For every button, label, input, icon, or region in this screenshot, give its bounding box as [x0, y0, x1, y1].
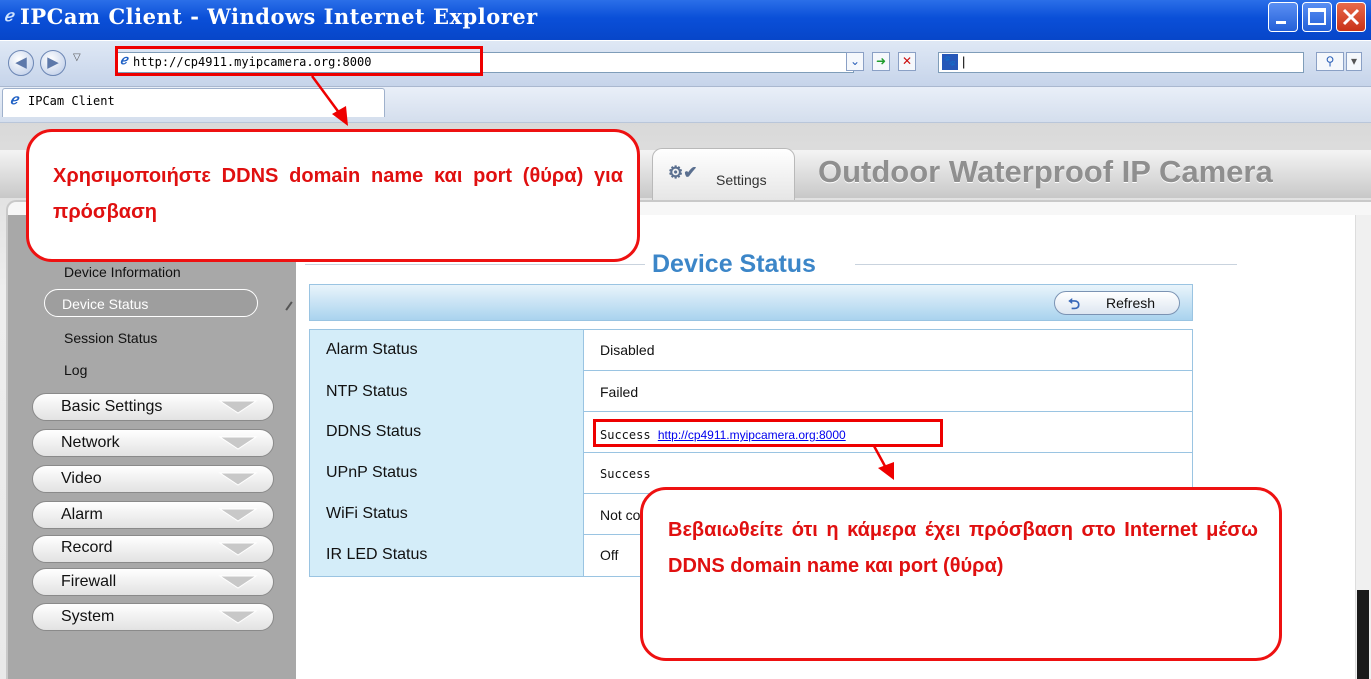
tab-title: IPCam Client — [28, 94, 115, 108]
row-label: IR LED Status — [326, 546, 428, 563]
row-value: Not co — [600, 507, 641, 523]
chevron-down-icon — [218, 508, 258, 522]
back-button[interactable]: ◀ — [8, 50, 34, 76]
maximize-button[interactable] — [1302, 2, 1332, 32]
chevron-down-icon — [218, 575, 258, 589]
stop-icon: ✕ — [901, 54, 913, 68]
chevron-down-icon — [218, 400, 258, 414]
menu-label: Basic Settings — [61, 398, 163, 415]
menu-label: System — [61, 608, 115, 625]
row-label: DDNS Status — [326, 423, 422, 440]
scrollbar-thumb[interactable] — [1357, 590, 1369, 679]
row-label: Alarm Status — [326, 341, 418, 358]
search-input[interactable] — [938, 52, 1304, 73]
history-dropdown-icon[interactable]: ▽ — [73, 52, 81, 63]
close-icon — [1342, 8, 1360, 26]
search-icon: ⚲ — [1325, 54, 1335, 68]
menu-label: Record — [61, 539, 113, 556]
search-provider-icon[interactable]: 🐾 — [942, 54, 958, 70]
maximize-icon — [1308, 8, 1326, 25]
row-value: Success — [600, 467, 651, 481]
settings-tab-label: Settings — [716, 172, 767, 188]
address-dropdown-button[interactable]: ⌄ — [846, 52, 864, 71]
title-rule — [305, 264, 645, 265]
chevron-down-icon — [218, 472, 258, 486]
sidebar-item-log[interactable]: Log — [64, 362, 87, 378]
minimize-button[interactable] — [1268, 2, 1298, 32]
row-value: Disabled — [600, 342, 655, 358]
address-highlight-box — [115, 46, 483, 76]
bottom-strip — [298, 675, 618, 679]
go-button[interactable]: ➜ — [872, 52, 890, 71]
title-rule — [855, 264, 1237, 265]
menu-label: Network — [61, 434, 120, 451]
search-options-button[interactable]: ▾ — [1346, 52, 1362, 71]
settings-gear-icon: ⚙✔ — [668, 163, 698, 182]
search-caret: | — [962, 54, 966, 69]
row-value: Off — [600, 547, 619, 563]
camera-title: Outdoor Waterproof IP Camera — [818, 154, 1273, 189]
sidebar-item-label: Device Status — [62, 296, 149, 312]
ie-icon: ℯ — [4, 6, 14, 25]
row-label: WiFi Status — [326, 505, 408, 522]
sidebar-item-session-status[interactable]: Session Status — [64, 330, 157, 346]
panel-title: Device Status — [652, 250, 816, 278]
menu-label: Video — [61, 470, 102, 487]
refresh-label: Refresh — [1106, 295, 1156, 311]
chevron-down-icon — [218, 542, 258, 556]
annotation-text: Χρησιμοποιήστε DDNS domain name και port… — [53, 165, 623, 223]
menu-label: Firewall — [61, 573, 117, 590]
close-button[interactable] — [1336, 2, 1366, 32]
menu-label: Alarm — [61, 506, 103, 523]
stop-button[interactable]: ✕ — [898, 52, 916, 71]
annotation-arrow — [872, 445, 894, 480]
ie-icon: ℯ — [10, 92, 19, 108]
row-label: NTP Status — [326, 383, 408, 400]
search-button[interactable]: ⚲ — [1316, 52, 1344, 71]
window-title: IPCam Client - Windows Internet Explorer — [20, 4, 538, 29]
minimize-icon — [1276, 21, 1286, 24]
chevron-down-icon: ▾ — [1350, 54, 1358, 68]
refresh-icon: ⮌ — [1068, 296, 1081, 313]
chevron-down-icon — [218, 436, 258, 450]
chevron-down-icon: ⌄ — [849, 54, 861, 68]
annotation-text: Βεβαιωθείτε ότι η κάμερα έχει πρόσβαση σ… — [668, 519, 1258, 577]
back-arrow-icon: ◀ — [15, 54, 27, 71]
sidebar-item-device-information[interactable]: Device Information — [64, 264, 181, 280]
forward-button[interactable]: ▶ — [40, 50, 66, 76]
forward-arrow-icon: ▶ — [47, 54, 59, 71]
go-arrow-icon: ➜ — [875, 54, 887, 68]
chevron-down-icon — [218, 610, 258, 624]
row-value: Failed — [600, 384, 639, 400]
row-label: UPnP Status — [326, 464, 418, 481]
